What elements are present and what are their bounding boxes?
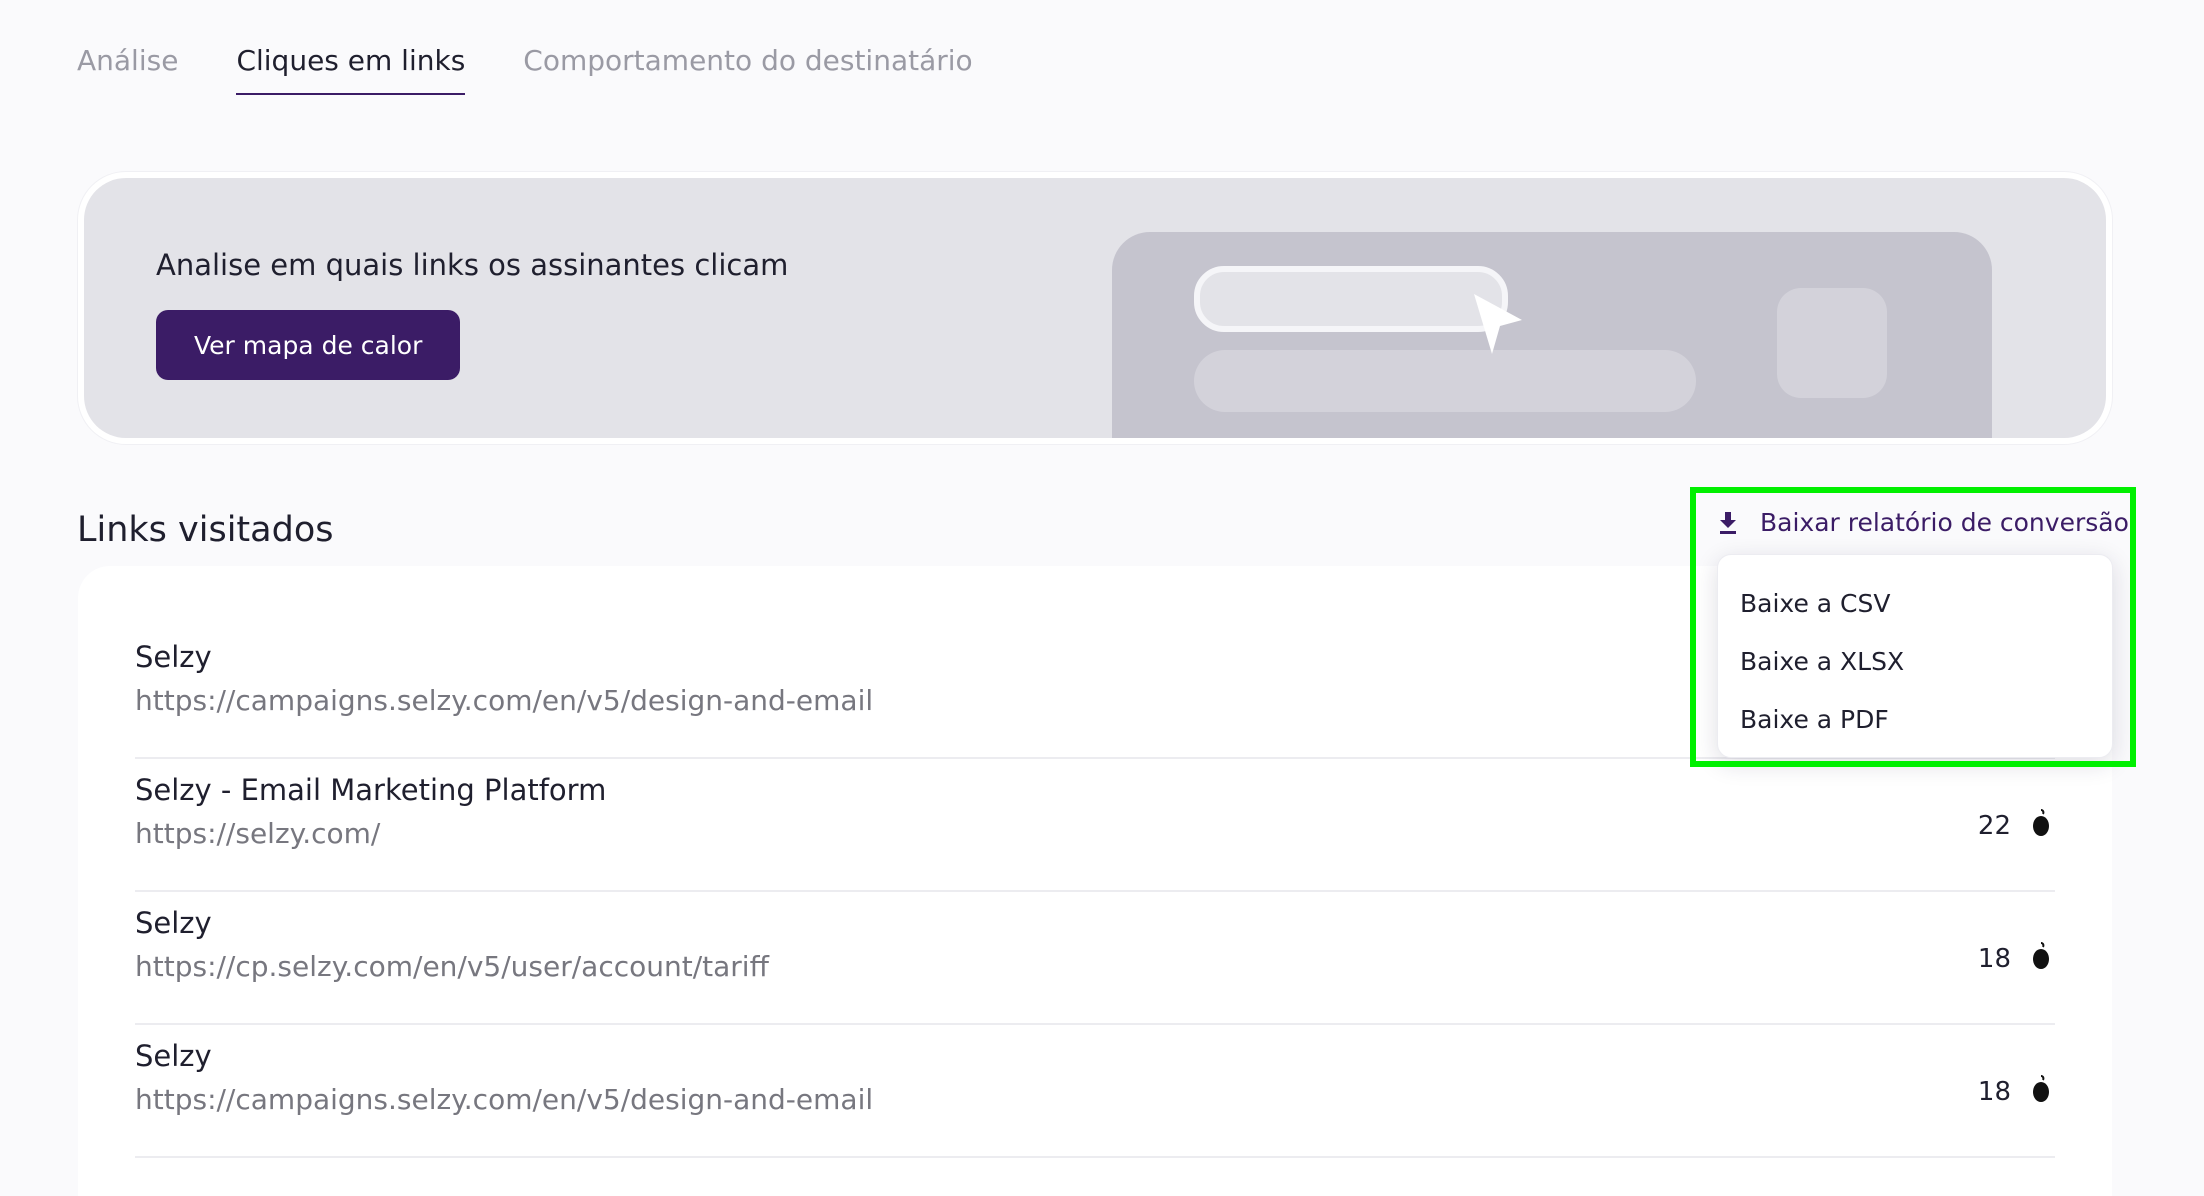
illustration-pill [1194, 266, 1508, 332]
banner-inner: Analise em quais links os assinantes cli… [84, 178, 2106, 438]
banner-title: Analise em quais links os assinantes cli… [156, 248, 789, 282]
cursor-icon [1474, 294, 1522, 354]
illustration-bar [1194, 350, 1696, 412]
click-count: 18 [1977, 944, 2011, 974]
download-icon [1720, 511, 1736, 534]
table-row[interactable]: Selzy https://cp.selzy.com/en/v5/user/ac… [135, 892, 2055, 1025]
menu-item-pdf[interactable]: Baixe a PDF [1718, 691, 2112, 749]
menu-item-xlsx[interactable]: Baixe a XLSX [1718, 633, 2112, 691]
tab-cliques-em-links[interactable]: Cliques em links [236, 44, 466, 95]
tab-bar: Análise Cliques em links Comportamento d… [77, 44, 973, 95]
link-title: Selzy [135, 906, 212, 940]
table-row[interactable]: Selzy - Email Marketing Platform https:/… [135, 759, 2055, 892]
heatmap-button[interactable]: Ver mapa de calor [156, 310, 461, 380]
download-report-label: Baixar relatório de conversão [1760, 508, 2129, 537]
table-row[interactable]: Selzy https://campaigns.selzy.com/en/v5/… [135, 1025, 2055, 1158]
download-format-menu: Baixe a CSV Baixe a XLSX Baixe a PDF [1717, 554, 2113, 758]
mouse-icon [2033, 1075, 2049, 1102]
mouse-icon [2033, 809, 2049, 836]
link-url[interactable]: https://campaigns.selzy.com/en/v5/design… [135, 684, 873, 717]
tab-comportamento[interactable]: Comportamento do destinatário [523, 44, 972, 95]
link-url[interactable]: https://campaigns.selzy.com/en/v5/design… [135, 1083, 873, 1116]
click-count: 18 [1977, 1077, 2011, 1107]
download-report-button[interactable]: Baixar relatório de conversão [1718, 508, 2129, 537]
mouse-icon [2033, 942, 2049, 969]
links-section-title: Links visitados [77, 510, 334, 550]
heatmap-banner: Analise em quais links os assinantes cli… [78, 172, 2112, 444]
menu-item-csv[interactable]: Baixe a CSV [1718, 575, 2112, 633]
click-count: 22 [1977, 811, 2011, 841]
tab-analise[interactable]: Análise [77, 44, 178, 95]
link-title: Selzy [135, 640, 212, 674]
link-url[interactable]: https://selzy.com/ [135, 817, 380, 850]
link-url[interactable]: https://cp.selzy.com/en/v5/user/account/… [135, 950, 769, 983]
link-title: Selzy - Email Marketing Platform [135, 773, 607, 807]
banner-illustration [1112, 232, 1992, 438]
illustration-square [1777, 288, 1887, 398]
link-title: Selzy [135, 1039, 212, 1073]
